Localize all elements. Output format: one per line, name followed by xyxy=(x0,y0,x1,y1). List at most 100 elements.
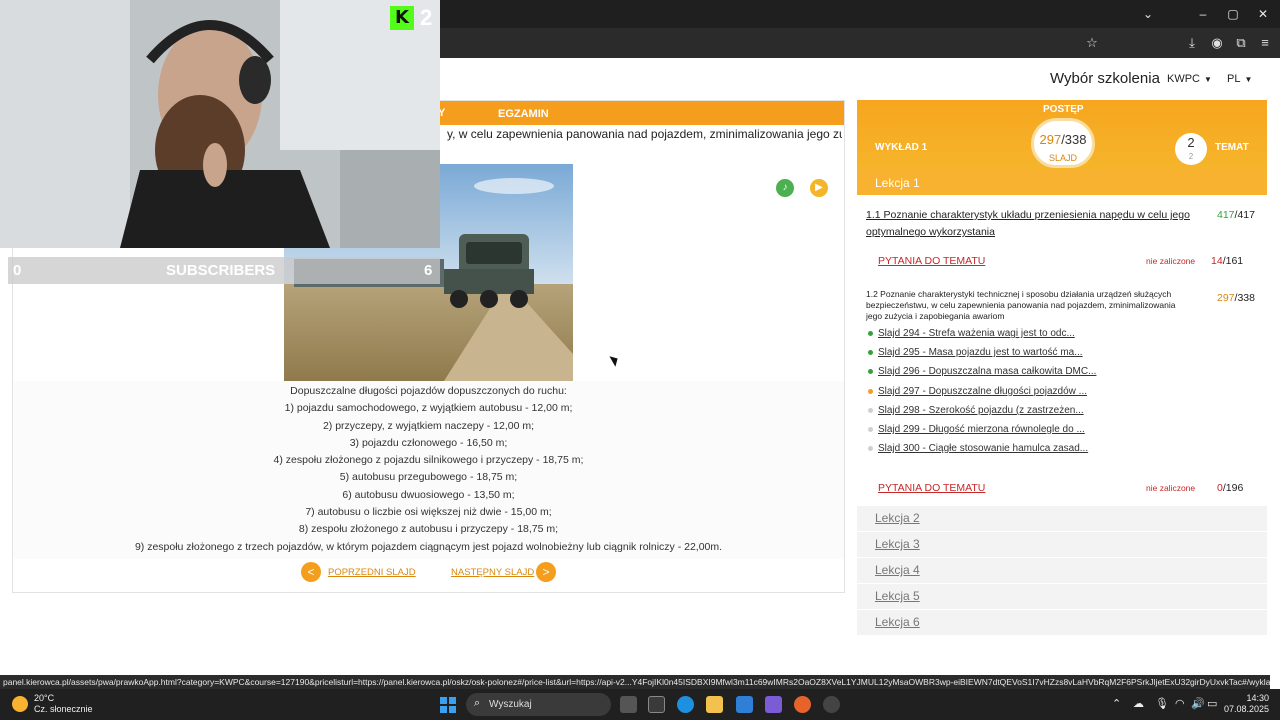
lesson-5-row[interactable]: Lekcja 5 xyxy=(857,584,1267,609)
maximize-icon[interactable]: ▢ xyxy=(1225,6,1241,22)
lesson-label: Lekcja 3 xyxy=(875,537,920,551)
file-explorer-icon[interactable] xyxy=(706,696,723,713)
slide-navigation: < POPRZEDNI SLAJD NASTĘPNY SLAJD > xyxy=(13,561,844,583)
current-dot-icon xyxy=(868,389,873,394)
play-icon[interactable]: ▶ xyxy=(810,179,828,197)
weather-condition: Cz. słonecznie xyxy=(34,704,93,714)
slide-list-label: Slajd 298 - Szerokość pojazdu (z zastrze… xyxy=(878,405,1084,416)
battery-icon[interactable]: ▭ xyxy=(1207,697,1217,710)
topic-1-1-done: 417 xyxy=(1217,209,1235,221)
todo-dot-icon xyxy=(868,446,873,451)
lesson-3-row[interactable]: Lekcja 3 xyxy=(857,532,1267,557)
slide-list-item[interactable]: Slajd 296 - Dopuszczalna masa całkowita … xyxy=(868,366,1096,380)
subscribers-goal: 6 xyxy=(424,262,433,279)
training-selector[interactable]: Wybór szkolenia xyxy=(1050,70,1160,87)
caret-down-icon: ▼ xyxy=(1204,75,1212,84)
slide-list-item[interactable]: Slajd 300 - Ciągłe stosowanie hamulca za… xyxy=(868,443,1088,457)
edge-browser-icon[interactable] xyxy=(677,696,694,713)
extensions-icon[interactable]: ⧉ xyxy=(1232,34,1250,52)
task-view-icon[interactable] xyxy=(620,696,637,713)
tray-chevron-icon[interactable]: ⌃ xyxy=(1112,697,1121,710)
progress-header: POSTĘP 297/338 SLAJD WYKŁAD 1 2 2 TEMAT xyxy=(857,100,1267,170)
topic-1-1-line: optymalnego wykorzystania xyxy=(866,226,995,238)
topic-1-2-done: 297 xyxy=(1217,292,1235,304)
prev-arrow-icon[interactable]: < xyxy=(301,562,321,582)
windows-start-icon[interactable] xyxy=(440,697,456,713)
topic-1-2-questions-link[interactable]: PYTANIA DO TEMATU xyxy=(878,482,985,494)
topic-1-1-count: 417/417 xyxy=(1217,209,1255,221)
topic-1-2-total: /338 xyxy=(1234,292,1255,304)
slide-text-line: 1) pojazdu samochodowego, z wyjątkiem au… xyxy=(284,402,573,415)
topic-circle: 2 2 xyxy=(1175,133,1207,165)
clock-date[interactable]: 07.08.2025 xyxy=(1221,704,1269,714)
topic-1-2-count: 297/338 xyxy=(1217,292,1255,304)
topic-number: 2 xyxy=(1187,135,1195,150)
slide-list-item[interactable]: Slajd 299 - Długość mierzona równolegle … xyxy=(868,424,1085,438)
weather-temperature: 20°C xyxy=(34,693,55,703)
tab-list-chevron-icon[interactable]: ⌄ xyxy=(1140,6,1156,22)
topic-1-1-total: /417 xyxy=(1234,209,1255,221)
topic-1-1-questions-count: 14/161 xyxy=(1211,255,1243,267)
slide-title: y, w celu zapewnienia panowania nad poja… xyxy=(447,127,842,141)
bookmark-star-icon[interactable]: ☆ xyxy=(1083,34,1101,52)
download-icon[interactable]: ⤓ xyxy=(1183,34,1201,52)
topic-1-1-questions-status: nie zaliczone xyxy=(1146,256,1196,266)
menu-icon[interactable]: ≡ xyxy=(1256,34,1274,52)
slide-list-item[interactable]: Slajd 298 - Szerokość pojazdu (z zastrze… xyxy=(868,405,1084,419)
wifi-icon[interactable]: ◠ xyxy=(1175,697,1185,710)
questions-1-done: 14 xyxy=(1211,255,1223,267)
clock-time[interactable]: 14:30 xyxy=(1229,693,1269,703)
todo-dot-icon xyxy=(868,408,873,413)
lesson-1-header[interactable]: Lekcja 1 xyxy=(857,170,1267,195)
lesson-label: Lekcja 4 xyxy=(875,563,920,577)
minimize-icon[interactable]: – xyxy=(1195,6,1211,22)
audio-icon[interactable]: ♪ xyxy=(776,179,794,197)
lesson-label: Lekcja 5 xyxy=(875,589,920,603)
windows-taskbar: 20°C Cz. słonecznie ⌕ Wyszukaj ⌃ ☁ 🎙 ◠ 🔊… xyxy=(0,689,1280,720)
todo-dot-icon xyxy=(868,427,873,432)
progress-current: 297 xyxy=(1039,132,1062,147)
lesson-6-row[interactable]: Lekcja 6 xyxy=(857,610,1267,635)
slide-list-label: Slajd 297 - Dopuszczalne długości pojazd… xyxy=(878,386,1088,397)
firefox-icon[interactable] xyxy=(794,696,811,713)
next-slide-button[interactable]: NASTĘPNY SLAJD xyxy=(451,567,534,578)
close-icon[interactable]: ✕ xyxy=(1255,6,1271,22)
done-dot-icon xyxy=(868,350,873,355)
lesson-2-row[interactable]: Lekcja 2 xyxy=(857,506,1267,531)
next-arrow-icon[interactable]: > xyxy=(536,562,556,582)
subscribers-start: 0 xyxy=(13,262,22,279)
volume-icon[interactable]: 🔊 xyxy=(1191,697,1205,710)
slide-text-line: 6) autobusu dwuosiowego - 13,50 m; xyxy=(342,488,515,501)
slide-list-item[interactable]: Slajd 295 - Masa pojazdu jest to wartość… xyxy=(868,347,1083,361)
progress-label: POSTĘP xyxy=(1043,104,1084,115)
slide-text-line: 7) autobusu o liczbie osi większej niż d… xyxy=(305,506,552,519)
taskbar-search[interactable]: ⌕ Wyszukaj xyxy=(466,693,611,716)
slide-list-label: Slajd 299 - Długość mierzona równolegle … xyxy=(878,424,1085,435)
cloud-icon[interactable]: ☁ xyxy=(1133,697,1144,710)
tab-exam[interactable]: EGZAMIN xyxy=(498,108,549,120)
slide-list-item-current[interactable]: Slajd 297 - Dopuszczalne długości pojazd… xyxy=(868,386,1087,400)
progress-total: /338 xyxy=(1061,132,1087,147)
store-icon[interactable] xyxy=(648,696,665,713)
course-dropdown[interactable]: KWPC ▼ xyxy=(1167,73,1212,85)
account-icon[interactable]: ◉ xyxy=(1208,34,1226,52)
slide-list-item[interactable]: Slajd 294 - Strefa ważenia wagi jest to … xyxy=(868,328,1075,342)
microphone-icon[interactable]: 🎙 xyxy=(1155,697,1169,710)
topic-1-2-title[interactable]: 1.2 Poznanie charakterystyki technicznej… xyxy=(866,289,1196,322)
copilot-icon[interactable] xyxy=(765,696,782,713)
weather-sun-icon[interactable] xyxy=(12,696,28,712)
mail-icon[interactable] xyxy=(736,696,753,713)
topic-1-1-questions-link[interactable]: PYTANIA DO TEMATU xyxy=(878,255,985,267)
search-icon: ⌕ xyxy=(474,697,481,709)
topic-1-1-link[interactable]: 1.1 Poznanie charakterystyk układu przen… xyxy=(866,209,1190,238)
progress-unit: SLAJD xyxy=(1048,153,1077,163)
questions-2-total: /196 xyxy=(1222,482,1244,494)
obs-icon[interactable] xyxy=(823,696,840,713)
progress-count: 297/338 xyxy=(1034,132,1092,147)
language-dropdown[interactable]: PL ▼ xyxy=(1227,73,1252,85)
lesson-4-row[interactable]: Lekcja 4 xyxy=(857,558,1267,583)
prev-slide-button[interactable]: POPRZEDNI SLAJD xyxy=(328,567,416,578)
progress-circle: 297/338 SLAJD xyxy=(1031,118,1095,168)
slide-text-line: 9) zespołu złożonego z trzech pojazdów, … xyxy=(134,540,723,553)
training-selector-label: Wybór szkolenia xyxy=(1050,70,1160,87)
